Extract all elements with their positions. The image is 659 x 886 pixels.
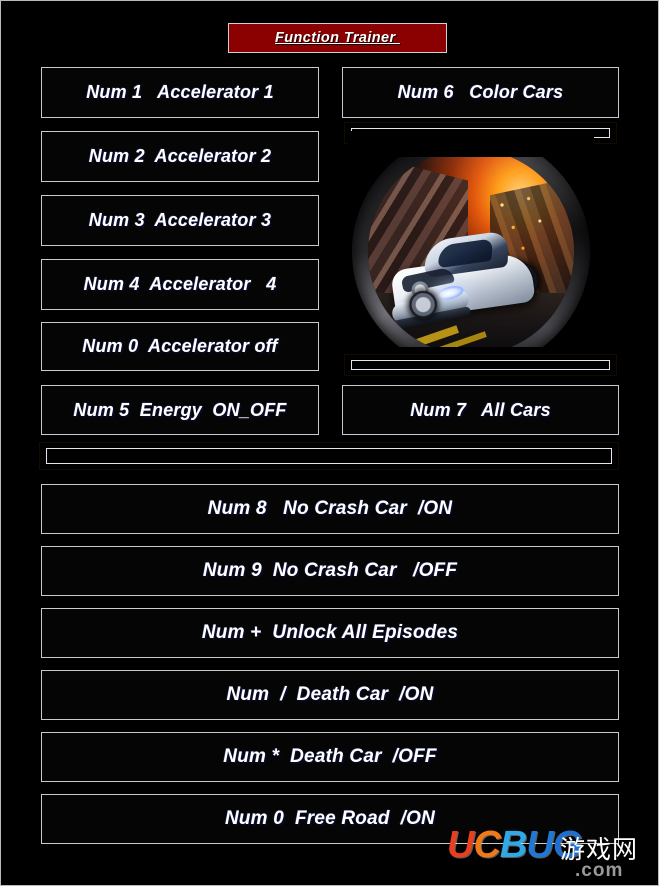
game-icon-scene	[368, 149, 574, 355]
cheat-button-label: Num 0 Accelerator off	[82, 336, 278, 356]
title-bar: Function Trainer	[228, 23, 447, 53]
game-icon-scene-clip	[368, 149, 574, 355]
cheat-button-no-crash-car-off[interactable]: Num 9 No Crash Car /OFF	[41, 546, 619, 596]
cheat-button-label: Num 1 Accelerator 1	[86, 82, 274, 102]
cheat-button-label: Num / Death Car /ON	[226, 684, 434, 705]
cheat-button-free-road-on[interactable]: Num 0 Free Road /ON	[41, 794, 619, 844]
cheat-button-all-cars[interactable]: Num 7 All Cars	[342, 385, 619, 435]
cheat-button-label: Num 0 Free Road /ON	[224, 808, 436, 829]
sports-car	[378, 217, 547, 342]
cheat-button-accelerator-2[interactable]: Num 2 Accelerator 2	[41, 131, 319, 182]
cheat-button-accelerator-1[interactable]: Num 1 Accelerator 1	[41, 67, 319, 118]
gold-divider-inner	[351, 360, 610, 370]
cheat-button-label: Num 8 No Crash Car /ON	[207, 498, 453, 519]
title-bar-wrap: Function Trainer	[228, 23, 447, 53]
cheat-button-unlock-all-episodes[interactable]: Num + Unlock All Episodes	[41, 608, 619, 658]
cheat-button-label: Num * Death Car /OFF	[223, 746, 437, 767]
cheat-button-accelerator-3[interactable]: Num 3 Accelerator 3	[41, 195, 319, 246]
cheat-button-accelerator-off[interactable]: Num 0 Accelerator off	[41, 322, 319, 371]
cheat-button-label: Num 5 Energy ON_OFF	[73, 399, 287, 420]
gold-divider-bottom-right	[344, 354, 617, 376]
gold-divider-full-width	[39, 442, 619, 470]
cheat-button-label: Num 4 Accelerator 4	[83, 274, 277, 294]
cheat-button-label: Num 9 No Crash Car /OFF	[202, 560, 458, 581]
gold-divider-inner	[46, 448, 612, 464]
cheat-button-accelerator-4[interactable]: Num 4 Accelerator 4	[41, 259, 319, 310]
cheat-button-color-cars[interactable]: Num 6 Color Cars	[342, 67, 619, 118]
cheat-button-label: Num 2 Accelerator 2	[88, 146, 272, 166]
racing-game-icon	[348, 131, 594, 377]
cheat-button-label: Num 3 Accelerator 3	[88, 210, 272, 230]
cheat-button-death-car-off[interactable]: Num * Death Car /OFF	[41, 732, 619, 782]
cheat-button-energy-on-off[interactable]: Num 5 Energy ON_OFF	[41, 385, 319, 435]
cheat-button-no-crash-car-on[interactable]: Num 8 No Crash Car /ON	[41, 484, 619, 534]
page-title: Function Trainer	[275, 30, 400, 46]
trainer-window: Function Trainer Num 1 Accelerator 1 Num…	[0, 0, 659, 886]
cheat-button-label: Num 7 All Cars	[410, 399, 551, 420]
cheat-button-label: Num + Unlock All Episodes	[201, 622, 459, 643]
icon-crop-top	[348, 131, 594, 157]
ucbug-domain-suffix: .com	[575, 860, 624, 881]
game-icon-disc	[352, 133, 590, 371]
cheat-button-death-car-on[interactable]: Num / Death Car /ON	[41, 670, 619, 720]
cheat-button-label: Num 6 Color Cars	[397, 82, 564, 102]
